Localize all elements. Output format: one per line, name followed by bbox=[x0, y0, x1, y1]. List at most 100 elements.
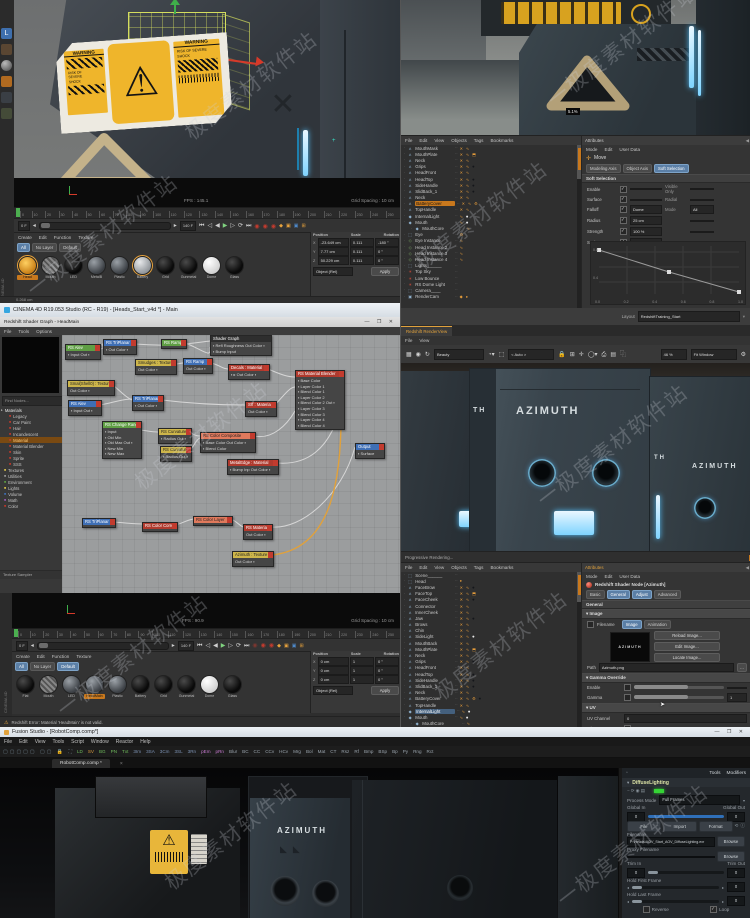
image-section[interactable]: ▾ Image bbox=[582, 609, 750, 619]
deform-tool-icon[interactable] bbox=[1, 108, 12, 119]
prev-frame-icon[interactable]: ◀ bbox=[213, 641, 218, 651]
material-filter-tab[interactable]: All bbox=[15, 662, 28, 671]
object-tags[interactable]: ✕ ∿ bbox=[460, 189, 470, 194]
object-tags[interactable]: ◆ ● bbox=[460, 294, 469, 299]
visibility-dots[interactable]: ·· bbox=[455, 647, 457, 651]
expand-arrow[interactable]: · bbox=[411, 722, 412, 726]
visibility-dots[interactable]: ·· bbox=[455, 171, 457, 175]
visibility-dots[interactable]: ·· bbox=[455, 654, 457, 658]
object-tags[interactable]: ∿ bbox=[460, 238, 464, 243]
trim-slider[interactable] bbox=[648, 871, 724, 874]
menu-item[interactable]: Bookmarks bbox=[490, 565, 513, 570]
scale-field[interactable]: 0.111 bbox=[349, 256, 374, 265]
object-tags[interactable]: ✕ ∿ ⚙ bbox=[460, 696, 477, 701]
expand-arrow[interactable]: · bbox=[404, 214, 405, 218]
apply-button[interactable]: Apply bbox=[371, 267, 399, 276]
object-name[interactable]: Jaw bbox=[415, 616, 453, 621]
object-name[interactable]: Connector bbox=[415, 604, 453, 609]
process-mode-dropdown[interactable]: Full Frames bbox=[659, 795, 740, 805]
menu-item[interactable]: Texture bbox=[76, 654, 91, 659]
image-button[interactable]: Locate Image... bbox=[654, 653, 720, 662]
object-tags[interactable]: ✕ ∿ bbox=[460, 597, 470, 602]
expand-arrow[interactable]: · bbox=[404, 189, 405, 193]
visibility-dots[interactable]: ·· bbox=[455, 270, 457, 274]
attr-checkbox[interactable] bbox=[620, 217, 627, 224]
menu-item[interactable]: Edit bbox=[37, 654, 45, 659]
keyframe-icon[interactable]: ◆ bbox=[277, 643, 281, 649]
fusion-tool-button[interactable]: BC bbox=[241, 747, 249, 757]
apply-button[interactable]: Apply bbox=[371, 686, 399, 695]
autokey-icon[interactable]: ▣ bbox=[284, 643, 289, 649]
expand-arrow[interactable]: · bbox=[404, 672, 405, 676]
menu-item[interactable]: File bbox=[405, 565, 412, 570]
menu-item[interactable]: Create bbox=[18, 235, 32, 240]
expand-arrow[interactable]: · bbox=[404, 604, 405, 608]
record-scale-icon[interactable]: ◉ bbox=[261, 642, 266, 649]
object-name[interactable]: MouthPlate bbox=[415, 152, 453, 157]
object-name[interactable]: InternalLight bbox=[415, 708, 456, 714]
object-name[interactable]: SlidBack_1 bbox=[415, 684, 453, 689]
object-name[interactable]: HeadTop bbox=[415, 672, 453, 677]
object-row[interactable]: · ▣ RenderCam ·· ◆ ● bbox=[401, 294, 581, 300]
object-tags[interactable]: ✕ ∿ bbox=[460, 672, 470, 677]
menu-item[interactable]: Edit bbox=[605, 574, 613, 579]
position-field[interactable]: 50.229 cm bbox=[317, 256, 349, 265]
object-tags[interactable]: ✕ ∿ bbox=[460, 610, 470, 615]
fusion-tool-button[interactable]: 3Cm bbox=[159, 747, 171, 757]
gamma-override-section[interactable]: ▾ Gamma Override bbox=[582, 673, 750, 683]
attr-value-2[interactable] bbox=[690, 188, 714, 190]
object-tags[interactable]: ✕ ∿ bbox=[460, 164, 470, 169]
position-field[interactable]: -23.649 cm bbox=[317, 238, 349, 247]
object-name[interactable]: Brows bbox=[415, 622, 453, 627]
gear-icon[interactable]: ⚙ bbox=[741, 350, 746, 360]
refresh-icon[interactable]: ↻ bbox=[425, 350, 430, 360]
expand-arrow[interactable]: · bbox=[404, 709, 405, 713]
menu-item[interactable]: Tools bbox=[52, 739, 64, 745]
attrs-tab[interactable]: Basic bbox=[586, 590, 605, 599]
attr-value[interactable] bbox=[630, 198, 662, 201]
proxy-filename-field[interactable] bbox=[627, 855, 715, 858]
expand-arrow[interactable]: · bbox=[404, 641, 405, 645]
expand-arrow[interactable]: · bbox=[404, 592, 405, 596]
menu-item[interactable]: Window bbox=[91, 739, 109, 745]
object-tags[interactable]: ✕ ∿ ⬒ bbox=[460, 591, 477, 596]
expand-arrow[interactable]: · bbox=[404, 697, 405, 701]
shader-node[interactable]: RS Change Range ▪ Input ▪ Old Min ▪ Old … bbox=[102, 421, 142, 459]
frame-step-right-icon[interactable]: ▸ bbox=[174, 221, 177, 231]
region-icon[interactable]: ⊞ bbox=[570, 350, 575, 360]
render-image[interactable]: TH AZIMUTH TH AZIMUTH bbox=[401, 363, 750, 551]
object-tags[interactable]: ✕ ∿ bbox=[460, 690, 470, 695]
object-name[interactable]: HeadTop bbox=[415, 177, 453, 182]
filename-field[interactable]: P:\Heads\AOV_Start_AOV_DiffuseLighting.e… bbox=[627, 836, 715, 847]
fusion-tool-button[interactable]: CC bbox=[253, 747, 262, 757]
menu-item[interactable]: File bbox=[4, 329, 11, 334]
material-swatch[interactable]: Battery bbox=[130, 674, 151, 699]
visibility-dots[interactable]: ·· bbox=[455, 251, 457, 255]
visibility-dots[interactable]: ·· bbox=[455, 623, 457, 627]
visibility-dots[interactable]: ·· bbox=[457, 709, 459, 713]
magnet-icon[interactable]: ⊞ bbox=[301, 223, 305, 229]
auto-dropdown[interactable]: < Auto > bbox=[508, 349, 555, 360]
timeline-playhead[interactable] bbox=[14, 629, 18, 637]
object-tags[interactable]: ✕ ∿ bbox=[460, 170, 470, 175]
prev-key-icon[interactable]: ◁ bbox=[205, 641, 210, 651]
rotation-field[interactable]: 0 ° bbox=[374, 675, 400, 684]
node-mini-icons[interactable]: − ⟳ ◉ ▤ bbox=[627, 788, 645, 794]
object-tags[interactable]: ✕ ∿ bbox=[460, 684, 470, 689]
fusion-tool-button[interactable]: Mat bbox=[317, 747, 327, 757]
visibility-dots[interactable]: ·· bbox=[455, 288, 457, 292]
material-tool-icon[interactable] bbox=[1, 76, 12, 87]
menu-item[interactable]: Reactor bbox=[116, 739, 134, 745]
visibility-dots[interactable]: ·· bbox=[455, 604, 457, 608]
frame-step-left-icon[interactable]: ◂ bbox=[31, 641, 34, 651]
material-swatch[interactable]: Plastic bbox=[107, 674, 128, 699]
menu-item[interactable]: Edit bbox=[19, 739, 28, 745]
position-field[interactable]: 7.77 cm bbox=[317, 247, 349, 256]
expand-arrow[interactable]: · bbox=[404, 585, 405, 589]
material-swatch[interactable]: Grid bbox=[155, 255, 176, 280]
rotation-field[interactable]: -180 ° bbox=[374, 238, 400, 247]
object-row[interactable]: · ◆ MouthCore ·· ∿ bbox=[401, 721, 581, 727]
visibility-dots[interactable]: ·· bbox=[455, 276, 457, 280]
object-name[interactable]: TopHandle bbox=[415, 207, 453, 212]
prev-frame-icon[interactable]: ◀ bbox=[215, 221, 220, 231]
